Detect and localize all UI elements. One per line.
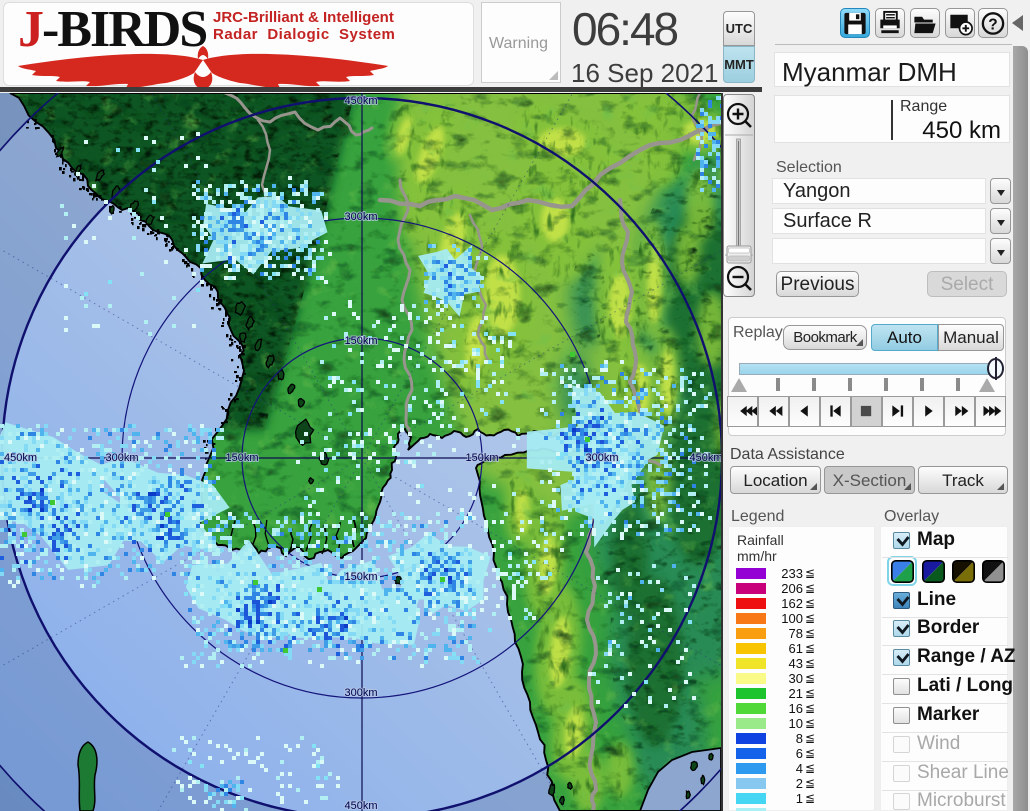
svg-text:150km: 150km [344, 335, 377, 347]
svg-text:300km: 300km [105, 452, 138, 464]
svg-text:450km: 450km [344, 95, 377, 107]
svg-text:450km: 450km [4, 452, 37, 464]
svg-text:150km: 150km [465, 452, 498, 464]
svg-text:?: ? [988, 16, 997, 33]
svg-text:450km: 450km [344, 800, 377, 811]
svg-text:300km: 300km [344, 211, 377, 223]
svg-text:450km: 450km [689, 452, 721, 464]
svg-text:300km: 300km [585, 452, 618, 464]
svg-text:300km: 300km [344, 687, 377, 699]
svg-text:150km: 150km [344, 571, 377, 583]
svg-text:150km: 150km [225, 452, 258, 464]
